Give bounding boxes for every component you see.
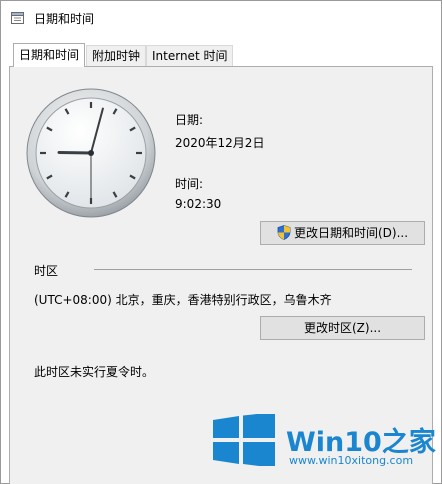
date-label: 日期: [175, 113, 204, 127]
clock-center-pin [88, 150, 94, 156]
change-date-time-button[interactable]: 更改日期和时间(D)... [260, 221, 425, 245]
dst-note: 此时区未实行夏令时。 [34, 365, 155, 379]
hour-hand [57, 150, 93, 155]
change-date-time-label: 更改日期和时间(D)... [293, 226, 409, 240]
uac-shield-icon [277, 225, 291, 240]
tab-strip: 日期和时间 附加时钟 Internet 时间 [9, 43, 433, 67]
date-time-dialog: 日期和时间 日期和时间 附加时钟 Internet 时间 日期: 2020年12… [0, 0, 442, 484]
time-label: 时间: [175, 177, 204, 191]
timezone-value: (UTC+08:00) 北京，重庆，香港特别行政区，乌鲁木齐 [34, 293, 332, 307]
date-value: 2020年12月2日 [175, 136, 265, 150]
time-value: 9:02:30 [175, 197, 222, 211]
tab-date-time[interactable]: 日期和时间 [13, 43, 86, 67]
watermark-logo: Win10之家 www.win10xitong.com [211, 412, 436, 469]
windows-logo-icon [213, 412, 275, 468]
window-title: 日期和时间 [34, 12, 95, 26]
tab-additional-clocks[interactable]: 附加时钟 [86, 45, 147, 66]
watermark-url: www.win10xitong.com [289, 454, 414, 467]
section-divider [94, 269, 412, 270]
title-bar: 日期和时间 [1, 1, 441, 35]
calendar-clock-icon [11, 12, 24, 24]
change-timezone-button[interactable]: 更改时区(Z)... [260, 316, 425, 340]
analog-clock [26, 88, 156, 218]
tab-internet-time[interactable]: Internet 时间 [146, 45, 234, 66]
timezone-section-label: 时区 [34, 264, 59, 278]
